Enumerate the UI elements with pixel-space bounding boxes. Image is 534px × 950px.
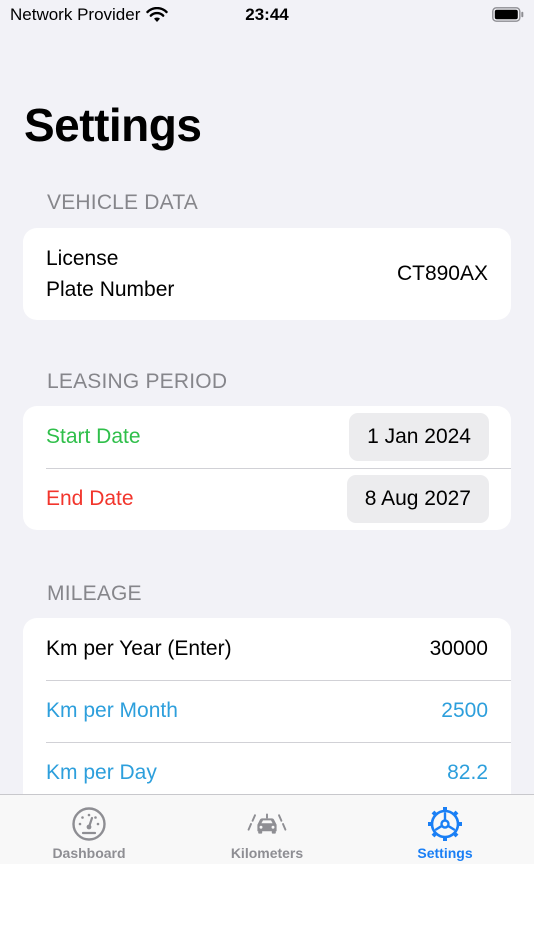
tab-dashboard[interactable]: Dashboard bbox=[0, 795, 178, 864]
road-car-icon bbox=[247, 813, 287, 834]
page-title: Settings bbox=[24, 99, 202, 151]
gear-icon bbox=[428, 807, 462, 841]
km-per-month-row: Km per Month 2500 bbox=[23, 680, 511, 742]
start-date-label: Start Date bbox=[46, 425, 141, 448]
km-per-month-value: 2500 bbox=[441, 699, 488, 722]
km-per-year-label: Km per Year (Enter) bbox=[46, 637, 232, 660]
license-plate-label: License Plate Number bbox=[46, 247, 175, 301]
app-screen: Network Provider 23:44 Settings Vehicle … bbox=[0, 0, 534, 864]
license-plate-row[interactable]: License Plate Number CT890AX bbox=[23, 228, 511, 320]
battery-icon bbox=[492, 7, 524, 22]
tab-settings[interactable]: Settings bbox=[356, 795, 534, 864]
start-date-row: Start Date 1 Jan 2024 bbox=[23, 406, 511, 468]
tab-dashboard-label: Dashboard bbox=[52, 845, 126, 861]
tab-kilometers-label: Kilometers bbox=[230, 845, 304, 861]
start-date-picker[interactable]: 1 Jan 2024 bbox=[349, 413, 489, 461]
gauge-icon bbox=[72, 807, 106, 841]
license-plate-value[interactable]: CT890AX bbox=[397, 262, 488, 286]
section-header-mileage: Mileage bbox=[47, 582, 142, 605]
section-header-leasing: Leasing Period bbox=[47, 370, 228, 393]
km-per-day-value: 82.2 bbox=[447, 761, 488, 784]
section-header-vehicle: Vehicle Data bbox=[47, 191, 198, 214]
tab-settings-label: Settings bbox=[417, 845, 473, 861]
vehicle-card: License Plate Number CT890AX bbox=[23, 228, 511, 320]
km-per-year-row: Km per Year (Enter) 30000 bbox=[23, 618, 511, 680]
end-date-row: End Date 8 Aug 2027 bbox=[23, 468, 511, 530]
status-bar: Network Provider 23:44 bbox=[0, 0, 534, 30]
end-date-label: End Date bbox=[46, 487, 134, 510]
tab-kilometers[interactable]: Kilometers bbox=[178, 795, 356, 864]
km-per-month-label: Km per Month bbox=[46, 699, 178, 722]
km-per-year-input[interactable]: 30000 bbox=[430, 637, 488, 661]
km-per-day-label: Km per Day bbox=[46, 761, 157, 784]
end-date-picker[interactable]: 8 Aug 2027 bbox=[346, 475, 489, 523]
tab-bar: Dashboard Kilometers Settings bbox=[0, 794, 534, 864]
leasing-card: Start Date 1 Jan 2024 End Date 8 Aug 202… bbox=[23, 406, 511, 530]
clock: 23:44 bbox=[245, 5, 289, 24]
mileage-card: Km per Year (Enter) 30000 Km per Month 2… bbox=[23, 618, 511, 808]
